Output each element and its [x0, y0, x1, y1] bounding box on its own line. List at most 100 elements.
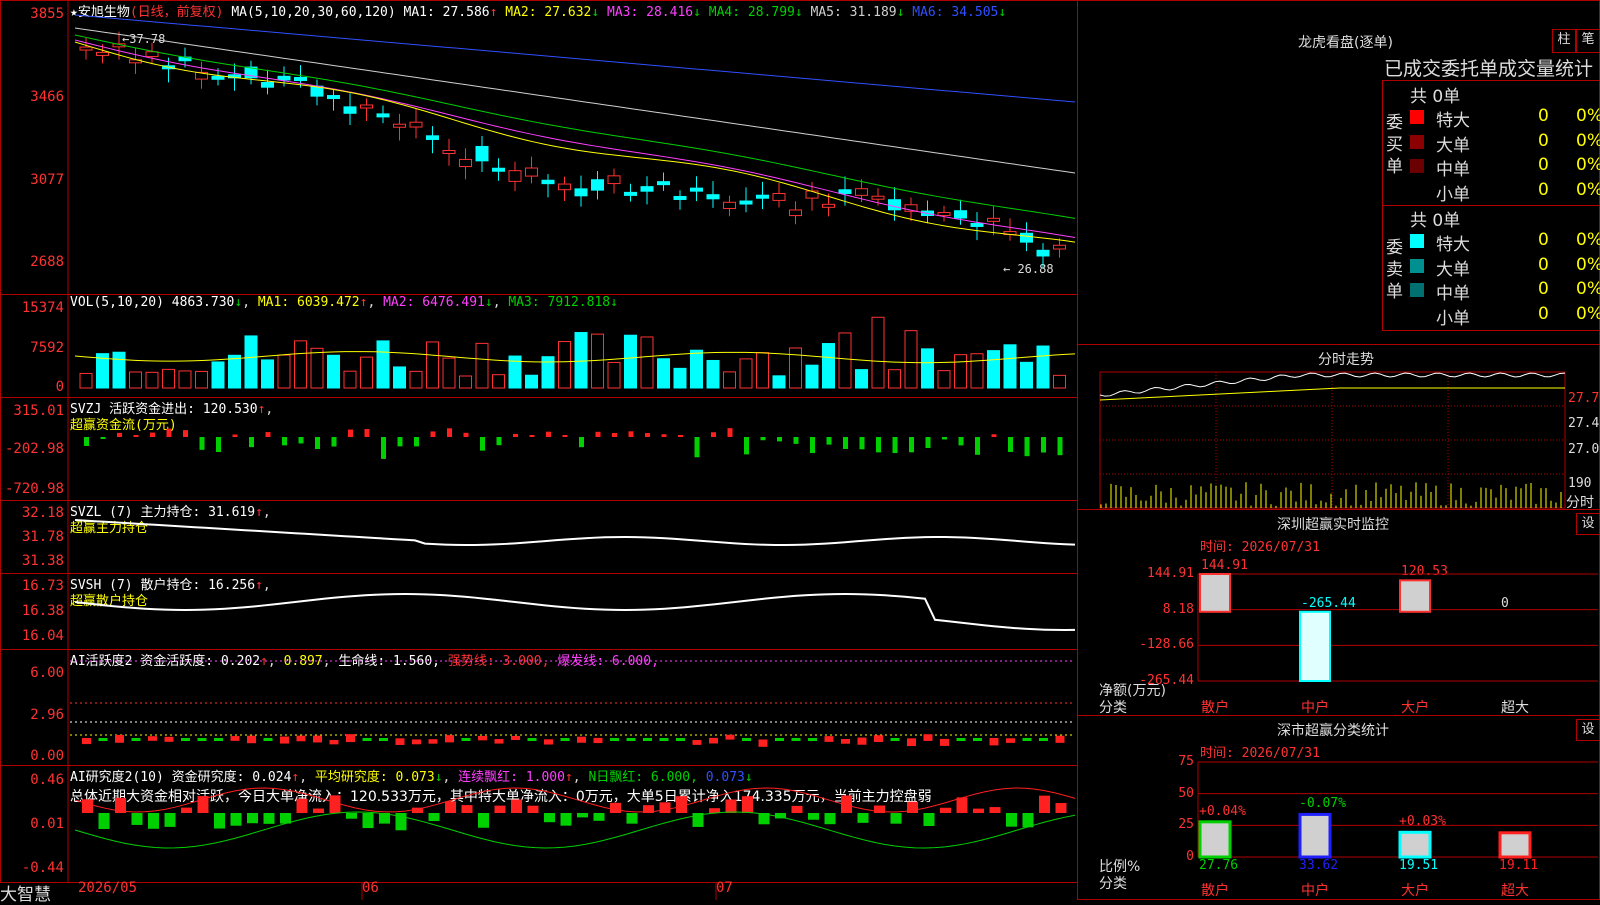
volume-bar	[426, 341, 439, 389]
candle-body	[261, 81, 274, 88]
active-bar	[659, 738, 669, 741]
research-bar	[610, 802, 621, 813]
stock-chart-canvas[interactable]	[0, 0, 1078, 900]
candle-body	[987, 217, 1000, 222]
active-bar	[148, 736, 157, 741]
volume-bar	[1036, 345, 1050, 389]
order-row: 大单 0 0%	[1410, 131, 1600, 156]
monitor-axis-label: 8.18	[1162, 601, 1194, 617]
volume-bar	[195, 370, 208, 389]
flow-bar	[711, 432, 716, 437]
candle-body	[277, 75, 291, 81]
research-red-line	[74, 787, 1076, 813]
monitor-title: 深圳超赢实时监控	[1277, 517, 1389, 533]
ma-line	[74, 14, 1076, 103]
candle-body	[574, 188, 588, 197]
order-type: 小单	[1436, 184, 1470, 205]
active-bar	[527, 738, 537, 741]
class-settings-button[interactable]: 设	[1576, 719, 1600, 741]
active-bar	[214, 738, 223, 741]
volume-bar	[442, 357, 456, 389]
candle-body	[756, 194, 769, 199]
class-axis-label: 50	[1178, 785, 1194, 801]
active-bar	[82, 738, 91, 745]
candle-body	[723, 201, 736, 210]
intraday-axis-high: 27.7	[1568, 391, 1600, 406]
flow-bar	[727, 428, 733, 437]
active-bar	[395, 738, 405, 745]
research-bar	[461, 805, 473, 813]
flow-bar	[645, 433, 650, 437]
flow-bar	[1041, 437, 1046, 453]
active-bar	[428, 739, 438, 744]
candle-body	[624, 191, 637, 196]
monitor-time: 时间: 2026/07/31	[1200, 540, 1320, 555]
volume-bar	[871, 316, 885, 389]
flow-bar	[975, 437, 980, 455]
research-bar	[98, 813, 110, 829]
active-bar	[1006, 738, 1015, 743]
candle-body	[409, 121, 423, 128]
class-axis-label: 25	[1178, 817, 1194, 833]
candle-body	[294, 76, 307, 81]
order-row: 小单 0 0%	[1410, 180, 1600, 205]
research-bar	[808, 813, 819, 820]
active-bar	[725, 734, 735, 740]
tick-mode-button[interactable]: 笔	[1576, 29, 1600, 53]
flow-bar	[150, 432, 155, 437]
order-volume: 0	[1538, 106, 1549, 126]
research-bar	[214, 813, 225, 829]
candle-body	[360, 104, 373, 109]
active-bar	[577, 736, 586, 743]
volume-bar	[904, 330, 918, 389]
active-bar	[280, 736, 289, 744]
volume-bar	[756, 352, 769, 389]
active-bar	[940, 738, 949, 746]
flow-bar	[249, 437, 254, 448]
candle-body	[673, 195, 687, 200]
longhu-title: 龙虎看盘(逐单)	[1298, 35, 1393, 51]
volume-bar	[343, 370, 357, 389]
active-bar	[296, 735, 306, 742]
flow-bar	[760, 437, 766, 441]
monitor-bar-label: 0	[1501, 595, 1509, 611]
volume-bar	[789, 347, 802, 389]
monitor-bar-label: 120.53	[1401, 564, 1448, 580]
flow-bar	[298, 437, 304, 444]
active-bar	[791, 738, 801, 741]
volume-bar	[277, 354, 291, 389]
flow-bar	[793, 437, 799, 444]
flow-bar	[364, 429, 370, 437]
candle-body	[805, 190, 819, 199]
order-row: 特大 0 0%	[1410, 230, 1600, 255]
ma-line	[74, 27, 1076, 174]
research-bar	[263, 813, 275, 824]
candle-body	[79, 46, 93, 51]
research-bar	[560, 813, 572, 826]
research-bar	[824, 813, 836, 825]
active-bar	[989, 737, 999, 746]
flow-bar	[348, 429, 353, 437]
flow-bar	[678, 435, 683, 437]
volume-bar	[178, 370, 192, 389]
volume-bar	[261, 359, 274, 389]
research-bar	[527, 805, 539, 813]
monitor-settings-button[interactable]: 设	[1576, 513, 1600, 535]
volume-bar	[145, 371, 159, 389]
candle-body	[838, 189, 852, 195]
active-bar	[560, 738, 570, 741]
flow-bar	[744, 437, 749, 455]
flow-bar	[579, 437, 584, 448]
class-category: 大户	[1401, 883, 1429, 899]
candle-body	[327, 95, 340, 100]
order-volume: 0	[1538, 303, 1549, 324]
research-bar	[791, 805, 803, 813]
flow-bar	[381, 437, 386, 459]
volume-bar	[937, 370, 951, 389]
active-bar	[511, 735, 520, 740]
active-bar	[230, 736, 240, 741]
bar-mode-button[interactable]: 柱	[1552, 29, 1576, 53]
candle-body	[1053, 244, 1066, 250]
order-volume: 0	[1538, 155, 1549, 175]
active-bar	[478, 735, 487, 741]
